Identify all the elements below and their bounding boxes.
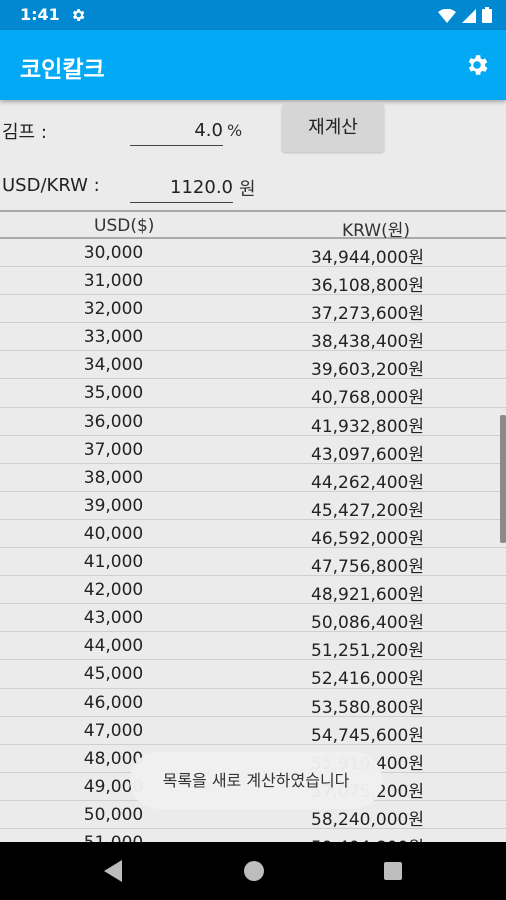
cell-krw: 36,108,800원 [311, 276, 424, 297]
gimp-value: 4.0 [194, 120, 223, 141]
price-table[interactable]: USD($) KRW(원) 30,000 34,944,000원 31,000 36,… [0, 210, 506, 842]
table-row: 41,000 47,756,800원 [0, 548, 506, 578]
rate-unit: 원 [239, 179, 256, 200]
header-krw: KRW(원) [342, 221, 410, 241]
table-row: 32,000 37,273,600원 [0, 295, 506, 325]
table-row: 42,000 48,921,600원 [0, 576, 506, 606]
cell-krw: 53,580,800원 [311, 697, 424, 718]
recents-button[interactable] [384, 862, 402, 880]
app-title: 코인칼크 [20, 57, 105, 83]
table-row: 35,000 40,768,000원 [0, 379, 506, 409]
cell-usd: 39,000 [83, 495, 144, 516]
cell-usd: 44,000 [83, 636, 144, 657]
cell-krw: 46,592,000원 [311, 528, 424, 549]
home-button[interactable] [244, 861, 264, 881]
cell-usd: 47,000 [83, 720, 144, 741]
cell-usd: 51,000 [0, 833, 227, 842]
cell-krw: 45,427,200원 [311, 500, 424, 521]
cell-krw: 52,416,000원 [311, 669, 424, 690]
battery-icon [482, 7, 492, 27]
cell-krw: 41,932,800원 [311, 416, 424, 437]
gear-icon [468, 55, 488, 75]
rate-label: USD/KRW : [2, 175, 100, 196]
cell-usd: 43,000 [83, 608, 144, 629]
signal-icon [462, 8, 476, 27]
cell-usd: 45,000 [83, 664, 144, 685]
cell-usd: 36,000 [83, 411, 144, 432]
table-row: 44,000 51,251,200원 [0, 632, 506, 662]
cell-krw: 47,756,800원 [311, 557, 424, 578]
table-row: 34,000 39,603,200원 [0, 351, 506, 381]
header-usd: USD($) [94, 216, 155, 236]
table-row: 46,000 53,580,800원 [0, 689, 506, 718]
cell-usd: 33,000 [83, 327, 144, 348]
cell-usd: 46,000 [83, 692, 144, 713]
gimp-unit: % [227, 121, 243, 140]
table-row: 30,000 34,944,000원 [0, 239, 506, 268]
cell-usd: 40,000 [83, 523, 144, 544]
rate-row: USD/KRW : 1120.0 원 [0, 165, 506, 205]
cell-usd: 32,000 [83, 299, 144, 320]
cell-krw: 44,262,400원 [311, 472, 424, 493]
cell-krw: 54,745,600원 [311, 725, 424, 746]
table-row: 33,000 38,438,400원 [0, 323, 506, 353]
cell-usd: 38,000 [83, 467, 144, 488]
wifi-icon [438, 8, 456, 27]
table-row: 36,000 41,932,800원 [0, 408, 506, 437]
table-row: 43,000 50,086,400원 [0, 604, 506, 634]
gear-icon [70, 7, 86, 27]
status-icons [438, 7, 492, 27]
cell-krw: 39,603,200원 [311, 360, 424, 381]
cell-krw: 48,921,600원 [311, 585, 424, 606]
cell-usd: 35,000 [83, 383, 144, 404]
gimp-row: 김프 : 4.0 % [0, 108, 506, 148]
cell-krw: 34,944,000원 [311, 248, 424, 268]
table-row: 37,000 43,097,600원 [0, 436, 506, 465]
table-row: 45,000 52,416,000원 [0, 660, 506, 690]
cell-usd: 30,000 [83, 243, 144, 263]
table-header: USD($) KRW(원) [0, 210, 506, 241]
settings-button[interactable] [464, 52, 490, 78]
scrollbar-thumb[interactable] [500, 415, 506, 543]
rate-value: 1120.0 [170, 177, 233, 198]
table-row: 40,000 46,592,000원 [0, 520, 506, 549]
table-row: 51,000 59,404,800원 [0, 829, 506, 842]
cell-usd: 37,000 [83, 439, 144, 460]
cell-krw: 51,251,200원 [311, 641, 424, 662]
toast-message: 목록을 새로 계산하였습니다 [130, 752, 382, 809]
gimp-label: 김프 : [2, 122, 47, 143]
recalculate-button[interactable]: 재계산 [282, 104, 384, 152]
cell-krw: 50,086,400원 [311, 613, 424, 634]
navigation-bar [0, 842, 506, 900]
cell-usd: 34,000 [83, 355, 144, 376]
table-row: 47,000 54,745,600원 [0, 717, 506, 746]
cell-usd: 31,000 [83, 271, 144, 292]
table-row: 31,000 36,108,800원 [0, 267, 506, 297]
status-time: 1:41 [20, 5, 60, 24]
cell-usd: 42,000 [83, 580, 144, 601]
cell-krw: 40,768,000원 [311, 388, 424, 409]
back-button[interactable] [104, 860, 122, 886]
cell-krw: 43,097,600원 [311, 444, 424, 465]
table-row: 38,000 44,262,400원 [0, 464, 506, 493]
rate-input[interactable]: 1120.0 [130, 171, 233, 203]
app-bar: 코인칼크 [0, 30, 506, 100]
cell-krw: 38,438,400원 [311, 332, 424, 353]
status-bar: 1:41 [0, 0, 506, 30]
cell-usd: 41,000 [83, 552, 144, 573]
table-row: 39,000 45,427,200원 [0, 492, 506, 521]
cell-krw: 59,404,800원 [311, 833, 424, 842]
gimp-input[interactable]: 4.0 [130, 114, 223, 146]
back-icon [104, 860, 122, 882]
cell-krw: 37,273,600원 [311, 304, 424, 325]
